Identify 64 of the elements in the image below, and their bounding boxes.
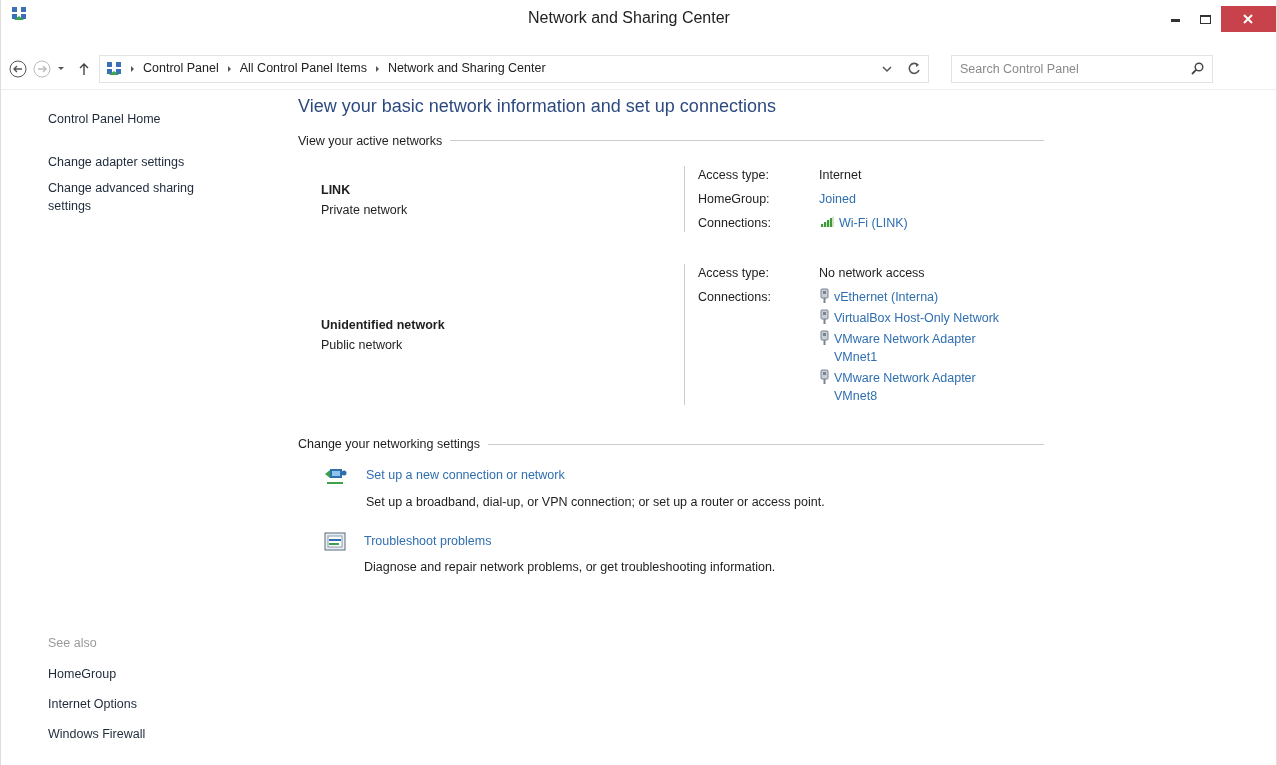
detail-label: Access type: [698, 167, 770, 185]
search-field[interactable]: Search Control Panel [951, 54, 1213, 83]
chevron-icon [226, 64, 232, 73]
chevron-icon [130, 64, 135, 73]
troubleshoot-icon [324, 531, 346, 551]
sidebar-link[interactable]: Windows Firewall [48, 725, 238, 743]
refresh-button[interactable] [908, 62, 920, 75]
history-dropdown-button[interactable] [882, 64, 892, 73]
network-icon [11, 6, 27, 22]
ethernet-plug-icon [819, 369, 830, 386]
network-name: LINK [321, 181, 352, 199]
section-heading: Change your networking settings [298, 436, 481, 454]
sidebar-link[interactable]: Internet Options [48, 695, 238, 713]
sidebar-link[interactable]: HomeGroup [48, 665, 238, 683]
back-button[interactable] [9, 59, 27, 78]
refresh-icon [908, 62, 920, 75]
detail-value: No network access [819, 265, 925, 283]
search-icon [1191, 61, 1204, 75]
network-icon [106, 60, 122, 77]
connection-link[interactable]: VMware Network Adapter VMnet8 [834, 369, 1006, 406]
close-button[interactable] [1221, 6, 1276, 32]
close-icon [1243, 14, 1254, 24]
breadcrumb[interactable]: Control Panel [143, 59, 219, 78]
sidebar-link[interactable]: Change adapter settings [48, 153, 238, 171]
detail-link[interactable]: Joined [819, 190, 1024, 209]
network-setup-icon [324, 466, 348, 487]
maximize-icon [1200, 14, 1212, 24]
network-category: Public network [321, 337, 404, 355]
network-category: Private network [321, 201, 409, 219]
section-heading: View your active networks [298, 132, 443, 150]
up-arrow-icon [79, 61, 89, 76]
wifi-signal-icon [819, 214, 835, 229]
sidebar-link[interactable]: Change advanced sharing settings [48, 179, 238, 215]
address-field[interactable]: Control Panel All Control Panel Items Network and Sharing Center [99, 54, 929, 83]
chevron-icon [374, 64, 380, 73]
back-icon [9, 59, 27, 78]
detail-label: HomeGroup: [698, 191, 771, 209]
detail-value: Internet [819, 167, 862, 185]
caret-icon [57, 66, 65, 71]
breadcrumb[interactable]: All Control Panel Items [239, 59, 367, 78]
forward-icon [33, 59, 51, 78]
task-description: Set up a broadband, dial-up, or VPN connection; or set up a router or access point. [366, 493, 825, 511]
up-button[interactable] [79, 61, 89, 76]
page-heading: View your basic network information and set up connections [298, 96, 777, 118]
section-heading: See also [48, 635, 98, 653]
sidebar-link[interactable]: Control Panel Home [48, 110, 238, 128]
task-link[interactable]: Troubleshoot problems [364, 531, 492, 551]
window-title: Network and Sharing Center [527, 8, 730, 28]
breadcrumb[interactable]: Network and Sharing Center [387, 59, 546, 78]
network-name: Unidentified network [321, 317, 446, 335]
ethernet-plug-icon [819, 288, 830, 305]
ethernet-plug-icon [819, 330, 830, 347]
connection-link[interactable]: vEthernet (Interna) [834, 288, 1006, 307]
detail-label: Access type: [698, 265, 770, 283]
chevron-down-icon [882, 64, 892, 73]
detail-label: Connections: [698, 289, 772, 307]
recent-button[interactable] [57, 66, 65, 71]
task-description: Diagnose and repair network problems, or get troubleshooting information. [364, 559, 776, 577]
connection-link[interactable]: Wi-Fi (LINK) [839, 214, 1044, 233]
ethernet-plug-icon [819, 309, 830, 326]
detail-label: Connections: [698, 215, 772, 233]
task-link[interactable]: Set up a new connection or network [366, 466, 565, 485]
connection-link[interactable]: VirtualBox Host-Only Network [834, 309, 1006, 328]
connection-link[interactable]: VMware Network Adapter VMnet1 [834, 330, 1006, 367]
